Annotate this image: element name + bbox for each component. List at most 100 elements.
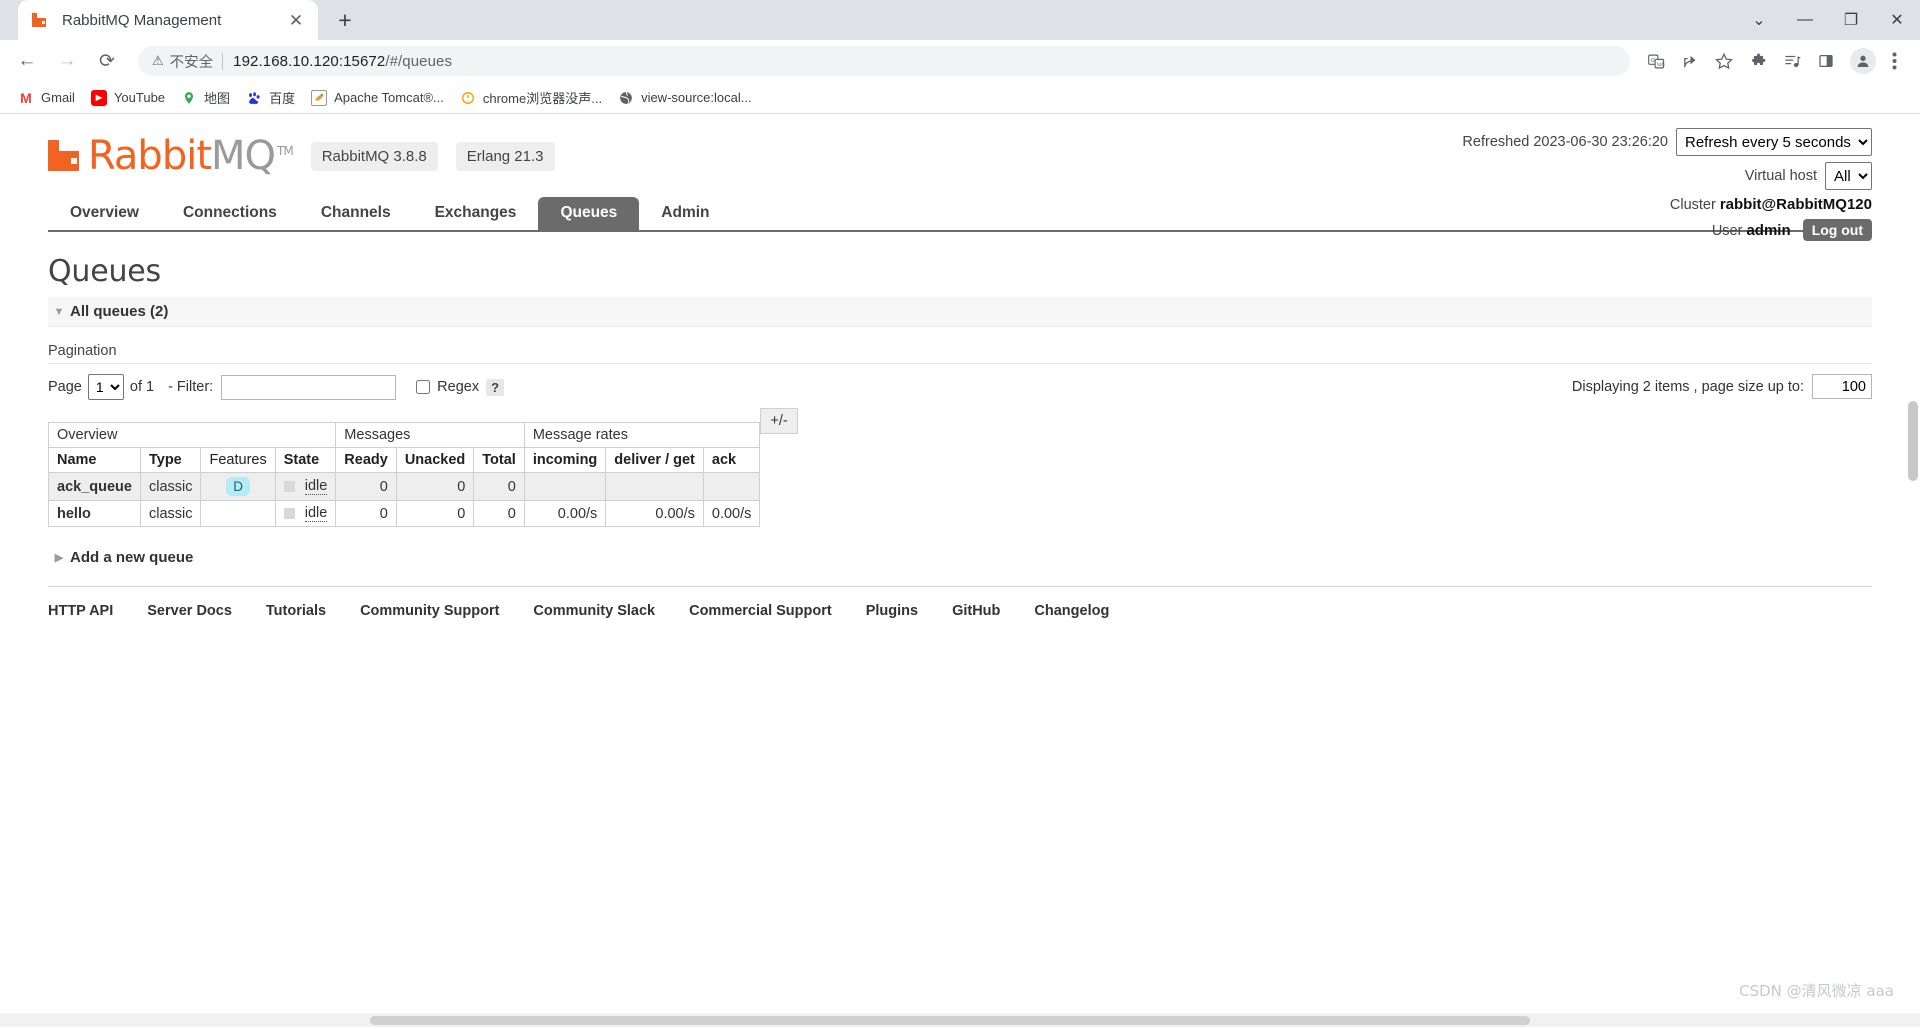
col-type[interactable]: Type (139, 447, 202, 473)
col-unacked[interactable]: Unacked (395, 447, 475, 473)
toggle-columns-button[interactable]: +/- (760, 408, 798, 434)
cell-name[interactable]: ack_queue (48, 472, 141, 501)
close-icon[interactable]: ✕ (284, 8, 308, 32)
extensions-puzzle-icon[interactable] (1742, 45, 1774, 77)
vertical-scrollbar[interactable] (1904, 114, 1920, 1027)
sidebar-icon[interactable] (1810, 45, 1842, 77)
globe-icon (618, 90, 634, 106)
bookmark-chrome-no-sound[interactable]: chrome浏览器没声... (452, 85, 610, 111)
page-size-input[interactable] (1812, 374, 1872, 399)
tomcat-icon (311, 89, 328, 106)
col-state[interactable]: State (274, 447, 337, 473)
browser-tab[interactable]: RabbitMQ Management ✕ (18, 0, 318, 40)
displaying-group: Displaying 2 items , page size up to: (1572, 374, 1872, 399)
back-icon[interactable]: ← (10, 44, 44, 78)
page-select[interactable]: 1 (87, 374, 124, 400)
col-incoming[interactable]: incoming (523, 447, 607, 473)
table-row[interactable]: hello classic idle 0 0 0 0.00/s 0.00/s 0… (48, 500, 761, 527)
table-row[interactable]: ack_queue classic D idle 0 0 0 (48, 472, 761, 501)
add-new-queue-section[interactable]: ▶ Add a new queue (48, 549, 1872, 566)
tab-connections[interactable]: Connections (161, 197, 299, 230)
cell-total: 0 (473, 500, 525, 527)
cell-deliver-get (605, 472, 704, 501)
cell-ready: 0 (335, 472, 397, 501)
media-list-icon[interactable] (1776, 45, 1808, 77)
bookmark-star-icon[interactable] (1708, 45, 1740, 77)
chevron-down-icon[interactable]: ⌄ (1736, 0, 1782, 40)
all-queues-section-header[interactable]: ▼ All queues (2) (48, 297, 1872, 327)
footer-link-http-api[interactable]: HTTP API (48, 603, 113, 619)
group-overview: Overview (47, 422, 337, 448)
cell-features: D (200, 472, 276, 501)
footer-link-community-slack[interactable]: Community Slack (533, 603, 655, 619)
cell-name[interactable]: hello (48, 500, 141, 527)
col-ack[interactable]: ack (702, 447, 761, 473)
footer-link-github[interactable]: GitHub (952, 603, 1000, 619)
col-deliver-get[interactable]: deliver / get (605, 447, 704, 473)
profile-avatar-icon[interactable] (1850, 48, 1876, 74)
regex-checkbox[interactable] (416, 380, 431, 394)
chrome-menu-icon[interactable] (1878, 45, 1910, 77)
footer-link-changelog[interactable]: Changelog (1034, 603, 1109, 619)
cell-features (200, 500, 276, 527)
filter-label: - Filter: (168, 379, 214, 395)
translate-icon[interactable]: G\u6587 (1640, 45, 1672, 77)
tab-queues[interactable]: Queues (538, 197, 640, 230)
footer-link-commercial-support[interactable]: Commercial Support (689, 603, 832, 619)
url-host: 192.168.10.120:15672 (233, 52, 386, 70)
vhost-select[interactable]: All (1825, 162, 1872, 190)
vertical-scrollbar-thumb[interactable] (1908, 401, 1918, 481)
footer-link-community-support[interactable]: Community Support (360, 603, 499, 619)
firefox-like-icon (460, 90, 476, 106)
minimize-icon[interactable]: — (1782, 0, 1828, 40)
reload-icon[interactable]: ⟳ (90, 44, 124, 78)
help-icon[interactable]: ? (486, 378, 505, 396)
bookmark-label: Apache Tomcat®... (334, 90, 444, 105)
tab-overview[interactable]: Overview (48, 197, 161, 230)
log-out-button[interactable]: Log out (1802, 219, 1872, 241)
bookmark-maps[interactable]: 地图 (173, 85, 238, 111)
footer-link-server-docs[interactable]: Server Docs (147, 603, 232, 619)
share-icon[interactable] (1674, 45, 1706, 77)
footer-link-tutorials[interactable]: Tutorials (266, 603, 326, 619)
url-path: /#/queues (385, 52, 453, 70)
tab-admin[interactable]: Admin (639, 197, 731, 230)
address-bar[interactable]: ⚠ 不安全 192.168.10.120:15672/#/queues (138, 46, 1630, 76)
tab-channels[interactable]: Channels (299, 197, 413, 230)
warning-icon: ⚠ (152, 53, 164, 68)
divider (222, 52, 224, 70)
tab-exchanges[interactable]: Exchanges (413, 197, 539, 230)
main-content: Queues ▼ All queues (2) Pagination Page … (47, 254, 1872, 619)
forward-icon[interactable]: → (50, 44, 84, 78)
bookmark-youtube[interactable]: ▶ YouTube (83, 85, 173, 111)
cell-state: idle (274, 472, 337, 501)
bookmark-baidu[interactable]: 百度 (238, 85, 303, 111)
refresh-row: Refreshed 2023-06-30 23:26:20 Refresh ev… (1462, 128, 1872, 156)
horizontal-scrollbar[interactable] (0, 1013, 1920, 1027)
col-total[interactable]: Total (473, 447, 525, 473)
refreshed-label: Refreshed 2023-06-30 23:26:20 (1462, 134, 1668, 150)
maximize-icon[interactable]: ❐ (1828, 0, 1874, 40)
caret-right-icon: ▶ (54, 552, 64, 564)
window-close-icon[interactable]: ✕ (1874, 0, 1920, 40)
new-tab-button[interactable]: + (328, 3, 362, 37)
bookmark-gmail[interactable]: M Gmail (10, 85, 83, 111)
cell-ack (702, 472, 761, 501)
refresh-interval-select[interactable]: Refresh every 5 seconds (1676, 128, 1872, 156)
bookmark-tomcat[interactable]: Apache Tomcat®... (303, 85, 452, 111)
user-row: User admin Log out (1462, 219, 1872, 241)
pagination-controls: Page 1 of 1 - Filter: Regex ? Displaying… (48, 364, 1872, 408)
queues-table: Overview Messages Message rates Name Typ… (47, 422, 761, 527)
erlang-badge: Erlang 21.3 (455, 141, 555, 171)
version-badge: RabbitMQ 3.8.8 (310, 141, 438, 171)
page-title: Queues (48, 254, 161, 289)
filter-input[interactable] (221, 374, 397, 400)
bookmark-view-source[interactable]: view-source:local... (610, 85, 760, 111)
col-name[interactable]: Name (48, 447, 141, 473)
rabbitmq-logo-icon (48, 137, 86, 175)
footer-link-plugins[interactable]: Plugins (866, 603, 918, 619)
state-text: idle (304, 478, 328, 495)
horizontal-scrollbar-thumb[interactable] (370, 1016, 1530, 1025)
cell-ready: 0 (335, 500, 397, 527)
col-ready[interactable]: Ready (335, 447, 397, 473)
